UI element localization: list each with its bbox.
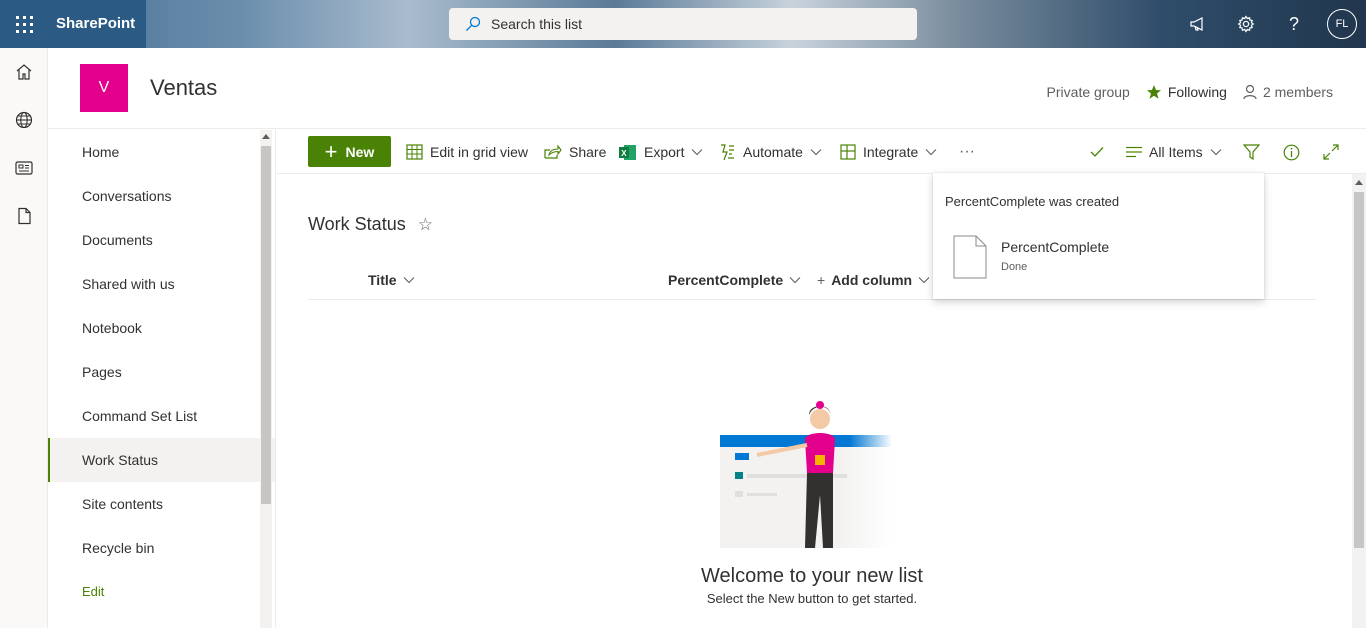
edit-grid-view-button[interactable]: Edit in grid view bbox=[406, 130, 528, 174]
empty-state-title: Welcome to your new list bbox=[701, 565, 923, 587]
nav-item-home[interactable]: Home bbox=[48, 130, 275, 174]
integrate-icon bbox=[840, 144, 856, 160]
empty-state-subtitle: Select the New button to get started. bbox=[706, 591, 918, 606]
nav-item-conversations[interactable]: Conversations bbox=[48, 174, 275, 218]
chevron-down-icon bbox=[403, 277, 414, 284]
excel-icon: X bbox=[619, 144, 636, 160]
main-scrollbar[interactable] bbox=[1352, 174, 1366, 628]
view-switcher-label: All Items bbox=[1149, 144, 1203, 160]
share-label: Share bbox=[569, 144, 607, 160]
svg-text:X: X bbox=[621, 149, 627, 158]
edit-grid-view-label: Edit in grid view bbox=[430, 144, 529, 160]
nav-item-recycle-bin[interactable]: Recycle bin bbox=[48, 526, 275, 570]
home-icon[interactable] bbox=[0, 48, 48, 96]
automate-label: Automate bbox=[743, 144, 803, 160]
list-title: Work Status bbox=[308, 214, 406, 234]
column-header-percent-complete[interactable]: PercentComplete bbox=[668, 272, 801, 288]
chevron-down-icon bbox=[918, 277, 930, 284]
following-label: Following bbox=[1167, 84, 1227, 100]
view-switcher[interactable]: All Items bbox=[1126, 130, 1229, 174]
plus-icon: + bbox=[324, 138, 338, 164]
expand-icon bbox=[1323, 144, 1339, 160]
checkmark-icon bbox=[1090, 147, 1104, 157]
command-bar: + New Edit in grid view Share X Export A… bbox=[277, 130, 1366, 174]
notification-toast: PercentComplete was created PercentCompl… bbox=[933, 173, 1264, 299]
more-options-button[interactable]: ··· bbox=[959, 130, 975, 174]
nav-item-shared-with-us[interactable]: Shared with us bbox=[48, 262, 275, 306]
star-filled-icon bbox=[1146, 85, 1161, 99]
help-icon[interactable]: ? bbox=[1270, 0, 1318, 48]
integrate-label: Integrate bbox=[863, 144, 919, 160]
app-rail bbox=[0, 48, 48, 628]
site-title[interactable]: Ventas bbox=[150, 75, 217, 101]
chevron-down-icon bbox=[925, 149, 937, 156]
avatar[interactable]: FL bbox=[1327, 9, 1357, 39]
nav-edit-link[interactable]: Edit bbox=[48, 570, 275, 614]
info-icon bbox=[1283, 144, 1300, 160]
search-box[interactable]: Search this list bbox=[449, 8, 917, 40]
column-header-title[interactable]: Title bbox=[368, 272, 415, 288]
nav-item-documents[interactable]: Documents bbox=[48, 218, 275, 262]
suite-bar: SharePoint Search this list ? FL bbox=[0, 0, 1366, 48]
export-button[interactable]: X Export bbox=[619, 130, 710, 174]
fullscreen-button[interactable] bbox=[1323, 130, 1346, 174]
nav-item-work-status[interactable]: Work Status bbox=[48, 438, 275, 482]
nav-item-notebook[interactable]: Notebook bbox=[48, 306, 275, 350]
share-button[interactable]: Share bbox=[544, 130, 606, 174]
nav-item-pages[interactable]: Pages bbox=[48, 350, 275, 394]
person-icon bbox=[1243, 84, 1257, 100]
plus-icon: + bbox=[817, 272, 826, 288]
megaphone-icon[interactable] bbox=[1174, 0, 1222, 48]
following-button[interactable]: Following bbox=[1146, 84, 1227, 100]
toast-status: Done bbox=[1001, 261, 1028, 273]
file-icon bbox=[953, 235, 987, 279]
chevron-down-icon bbox=[692, 149, 703, 156]
add-column-label: Add column bbox=[831, 272, 913, 288]
save-view-check[interactable] bbox=[1090, 130, 1111, 174]
list-view-icon bbox=[1126, 146, 1142, 158]
export-label: Export bbox=[644, 144, 685, 160]
chevron-down-icon bbox=[789, 277, 801, 284]
filter-button[interactable] bbox=[1243, 130, 1267, 174]
column-title-label: Title bbox=[368, 272, 397, 288]
site-header: V Ventas Private group Following 2 membe… bbox=[48, 48, 1366, 129]
gear-icon[interactable] bbox=[1222, 0, 1270, 48]
toast-file-name[interactable]: PercentComplete bbox=[1001, 239, 1109, 255]
integrate-button[interactable]: Integrate bbox=[840, 130, 944, 174]
column-percent-label: PercentComplete bbox=[668, 272, 784, 288]
filter-icon bbox=[1243, 144, 1260, 160]
new-button[interactable]: + New bbox=[308, 136, 391, 167]
nav-item-site-contents[interactable]: Site contents bbox=[48, 482, 275, 526]
grid-icon bbox=[406, 144, 423, 160]
members-button[interactable]: 2 members bbox=[1243, 84, 1333, 100]
flow-icon bbox=[721, 143, 734, 160]
news-icon[interactable] bbox=[0, 144, 48, 192]
toast-message: PercentComplete was created bbox=[945, 194, 1120, 209]
site-logo[interactable]: V bbox=[80, 64, 128, 112]
privacy-label: Private group bbox=[1046, 84, 1130, 100]
document-icon[interactable] bbox=[0, 192, 48, 240]
favorite-star-icon[interactable]: ☆ bbox=[418, 215, 433, 235]
left-navigation: Home Conversations Documents Shared with… bbox=[48, 130, 276, 628]
chevron-down-icon bbox=[1210, 149, 1222, 156]
empty-list-illustration bbox=[720, 401, 892, 548]
app-name-link[interactable]: SharePoint bbox=[48, 0, 146, 48]
search-icon bbox=[466, 16, 481, 31]
search-placeholder: Search this list bbox=[491, 16, 583, 32]
nav-item-command-set-list[interactable]: Command Set List bbox=[48, 394, 275, 438]
automate-button[interactable]: Automate bbox=[718, 130, 829, 174]
add-column-button[interactable]: + Add column bbox=[817, 272, 930, 288]
share-icon bbox=[544, 144, 562, 159]
nav-scrollbar[interactable] bbox=[260, 130, 272, 628]
chevron-down-icon bbox=[810, 149, 822, 156]
info-button[interactable] bbox=[1283, 130, 1307, 174]
waffle-icon[interactable] bbox=[0, 0, 48, 48]
new-button-label: New bbox=[345, 143, 375, 160]
members-label: 2 members bbox=[1262, 84, 1333, 100]
globe-icon[interactable] bbox=[0, 96, 48, 144]
